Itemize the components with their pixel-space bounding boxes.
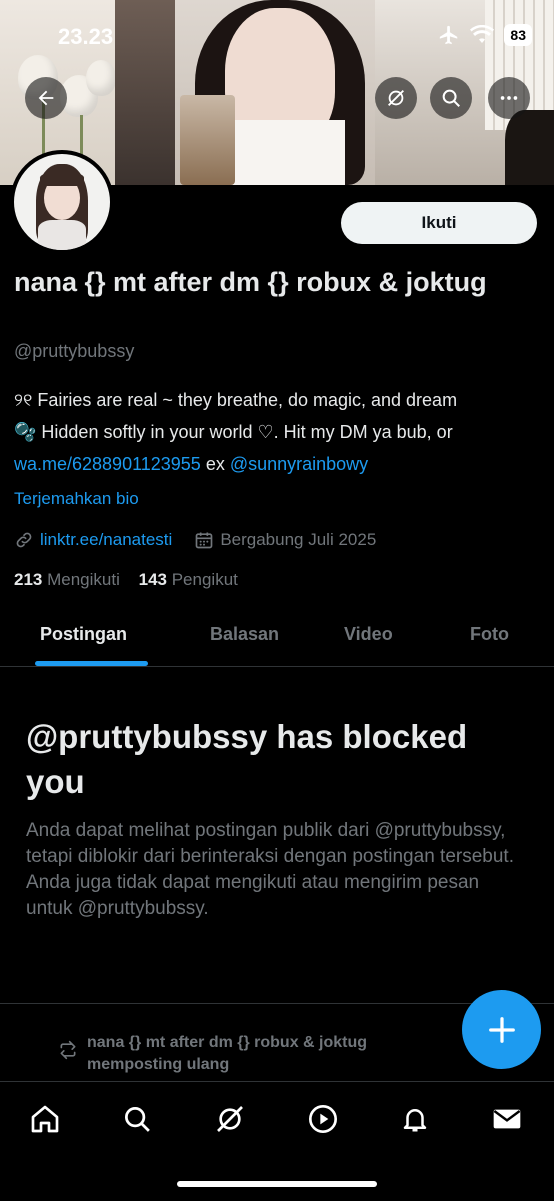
nav-video[interactable]: [306, 1102, 340, 1136]
video-icon: [309, 1105, 337, 1133]
bio: ୨୧ Fairies are real ~ they breathe, do m…: [14, 384, 544, 480]
bio-wa-link[interactable]: wa.me/6288901123955: [14, 454, 201, 474]
status-icons: 83: [438, 24, 532, 46]
home-icon: [31, 1105, 59, 1133]
more-button[interactable]: [488, 77, 530, 119]
followers-stat[interactable]: 143 Pengikut: [139, 570, 238, 589]
follow-button[interactable]: Ikuti: [341, 202, 537, 244]
notifications-icon: [403, 1109, 427, 1132]
followers-label: Pengikut: [171, 570, 238, 589]
bio-line-2: 🫧 Hidden softly in your world ♡. Hit my …: [14, 422, 453, 442]
following-count: 213: [14, 570, 43, 589]
home-indicator: [177, 1181, 377, 1187]
search-icon: [125, 1107, 150, 1132]
nav-notifications[interactable]: [398, 1102, 432, 1136]
calendar-icon: [195, 532, 213, 549]
battery-indicator: 83: [504, 24, 532, 46]
bio-mention[interactable]: @sunnyrainbowy: [230, 454, 368, 474]
link-icon: [16, 532, 32, 548]
plus-icon: [488, 1016, 515, 1043]
tab-balasan[interactable]: Balasan: [210, 624, 279, 645]
profile-meta: linktr.ee/nanatesti Bergabung Juli 2025: [14, 530, 376, 550]
grok-icon: [217, 1106, 243, 1132]
bio-connector: ex: [200, 454, 230, 474]
bio-line-3: wa.me/6288901123955 ex @sunnyrainbowy: [14, 448, 544, 480]
airplane-icon: [440, 25, 458, 45]
profile-tabs: Postingan Balasan Video Foto: [0, 612, 554, 667]
repost-user: nana {} mt after dm {} robux & joktug: [87, 1034, 368, 1051]
compose-button[interactable]: [462, 990, 541, 1069]
followers-count: 143: [138, 570, 167, 589]
nav-grok[interactable]: [213, 1102, 247, 1136]
following-stat[interactable]: 213 Mengikuti: [14, 570, 120, 589]
translate-bio-link[interactable]: Terjemahkan bio: [14, 489, 139, 509]
wifi-icon: [470, 25, 495, 43]
messages-icon: [493, 1109, 521, 1129]
banner-panel-portrait: [175, 0, 375, 185]
handle: @pruttybubssy: [14, 341, 135, 361]
nav-home[interactable]: [28, 1102, 62, 1136]
joined-date: Bergabung Juli 2025: [220, 530, 377, 549]
tab-video[interactable]: Video: [344, 624, 393, 645]
website-link[interactable]: linktr.ee/nanatesti: [40, 530, 172, 550]
nav-messages[interactable]: [490, 1102, 524, 1136]
search-icon: [442, 89, 460, 107]
tab-postingan[interactable]: Postingan: [40, 624, 127, 645]
grok-icon: [388, 90, 404, 106]
profile-avatar[interactable]: [10, 150, 114, 254]
repost-action: memposting ulang: [87, 1056, 230, 1073]
following-label: Mengikuti: [47, 570, 120, 589]
search-button[interactable]: [430, 77, 472, 119]
blocked-description: Anda dapat melihat postingan publik dari…: [26, 820, 514, 919]
repost-notice[interactable]: nana {} mt after dm {} robux & joktug me…: [87, 1032, 487, 1076]
display-name: nana {} mt after dm {} robux & joktug: [14, 267, 487, 297]
grok-button[interactable]: [375, 77, 417, 119]
nav-search[interactable]: [120, 1102, 154, 1136]
repost-icon: [58, 1040, 78, 1065]
blocked-title: @pruttybubssy has blocked you: [26, 718, 468, 800]
status-time: 23.23: [58, 24, 114, 49]
back-arrow-icon: [38, 90, 54, 106]
active-tab-indicator: [35, 661, 148, 666]
tab-foto[interactable]: Foto: [470, 624, 509, 645]
back-button[interactable]: [25, 77, 67, 119]
more-icon: [500, 96, 518, 100]
banner-panel-dark: [115, 0, 175, 185]
bio-line-1: ୨୧ Fairies are real ~ they breathe, do m…: [14, 390, 458, 410]
follow-stats: 213 Mengikuti 143 Pengikut: [14, 570, 238, 590]
